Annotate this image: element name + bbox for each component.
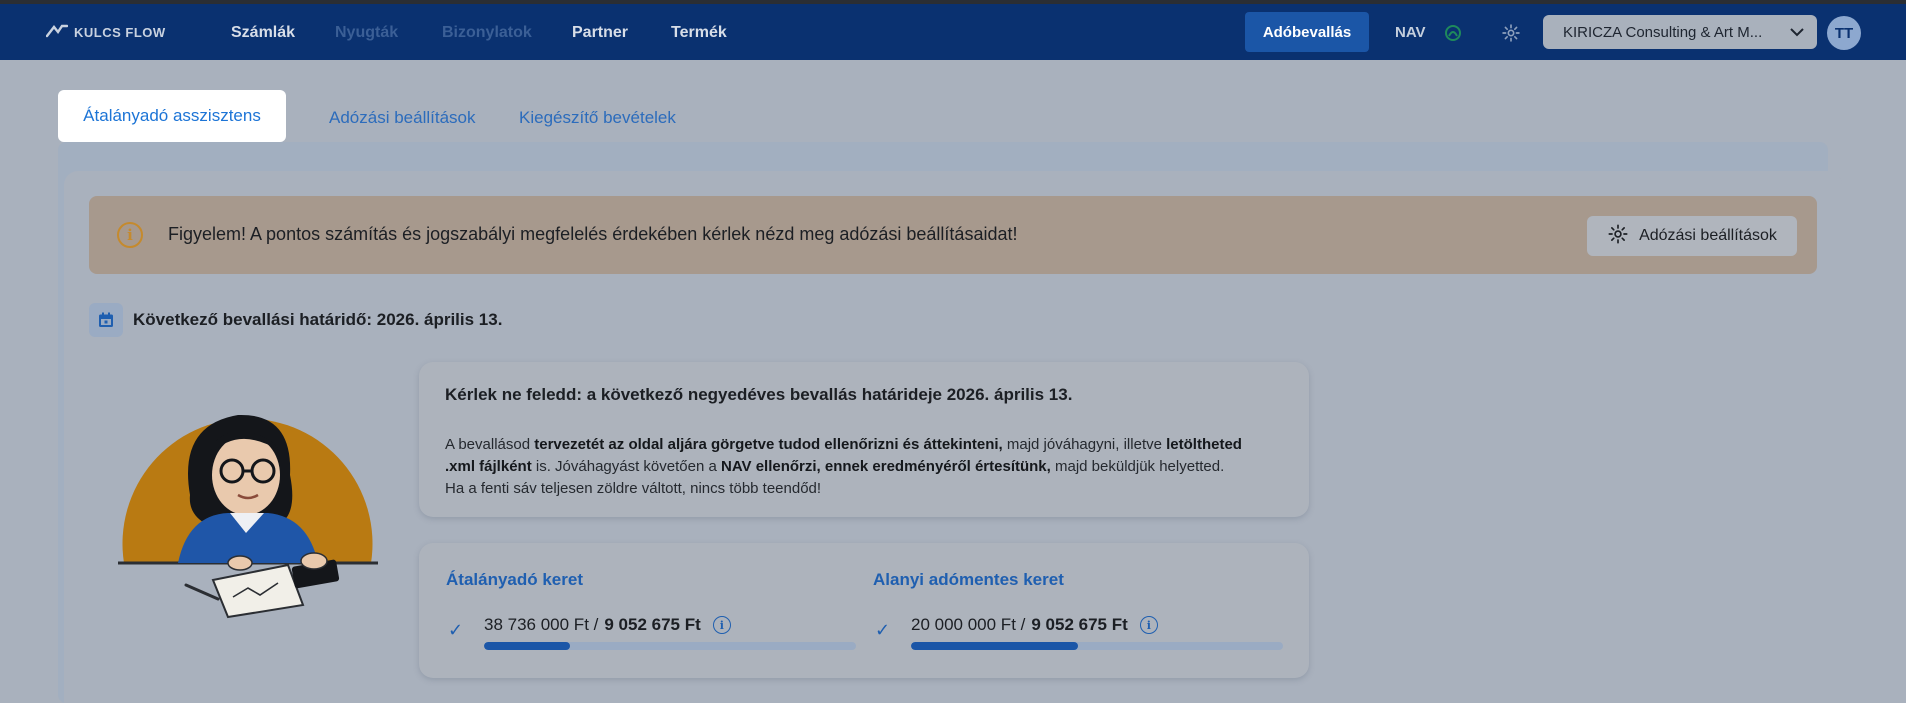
- limit-total: 9 052 675 Ft: [604, 615, 701, 634]
- settings-gear-icon[interactable]: [1500, 22, 1522, 44]
- nav-item-szamlak[interactable]: Számlák: [231, 24, 295, 42]
- assistant-illustration: [118, 385, 378, 625]
- nav-label[interactable]: NAV: [1395, 24, 1426, 41]
- company-select[interactable]: KIRICZA Consulting & Art M...: [1543, 15, 1817, 49]
- nav-item-nyugtak[interactable]: Nyugták: [335, 24, 398, 42]
- calendar-icon: [89, 303, 123, 337]
- limit-atalanyado: Átalányadó keret ✓ 38 736 000 Ft / 9 052…: [446, 570, 856, 650]
- deadline-text: Következő bevallási határidő: 2026. ápri…: [133, 310, 503, 329]
- top-navbar: KULCS FLOW Számlák Nyugták Bizonylatok P…: [0, 0, 1906, 60]
- info-icon[interactable]: i: [1139, 616, 1158, 634]
- chevron-down-icon: [1789, 24, 1805, 41]
- info-icon: i: [117, 222, 143, 248]
- limit-used: 38 736 000 Ft /: [484, 615, 599, 634]
- limit-value: 38 736 000 Ft / 9 052 675 Ft i: [484, 615, 731, 635]
- limits-card: Átalányadó keret ✓ 38 736 000 Ft / 9 052…: [419, 543, 1309, 678]
- reminder-title: Kérlek ne feledd: a következő negyedéves…: [445, 385, 1073, 404]
- nav-item-termek[interactable]: Termék: [671, 24, 727, 42]
- limit-title: Alanyi adómentes keret: [873, 570, 1064, 589]
- limit-value: 20 000 000 Ft / 9 052 675 Ft i: [911, 615, 1158, 635]
- check-icon: ✓: [448, 620, 464, 640]
- alert-text: Figyelem! A pontos számítás és jogszabál…: [168, 224, 1018, 244]
- reminder-body: A bevallásod tervezetét az oldal aljára …: [445, 434, 1245, 500]
- limit-progress-fill: [911, 642, 1079, 650]
- reminder-bold-3: NAV ellenőrzi, ennek eredményéről értesí…: [720, 458, 1051, 475]
- brand-logo[interactable]: KULCS FLOW: [45, 24, 166, 41]
- settings-alert: i Figyelem! A pontos számítás és jogszab…: [89, 196, 1817, 274]
- limit-progress-bar: [484, 642, 856, 650]
- reminder-card: Kérlek ne feledd: a következő negyedéves…: [419, 362, 1309, 517]
- tab-adozasi-beallitasok[interactable]: Adózási beállítások: [329, 108, 475, 128]
- nav-item-bizonylatok[interactable]: Bizonylatok: [442, 24, 532, 42]
- limit-title: Átalányadó keret: [446, 570, 583, 589]
- limit-used: 20 000 000 Ft /: [911, 615, 1026, 634]
- reminder-text-2: majd jóváhagyni, illetve: [1002, 436, 1167, 453]
- limit-progress-bar: [911, 642, 1283, 650]
- check-icon: ✓: [875, 620, 891, 640]
- reminder-text-3: is. Jóváhagyást követően a: [531, 458, 721, 475]
- gear-icon: [1607, 223, 1629, 250]
- reminder-bold-1: tervezetét az oldal aljára görgetve tudo…: [534, 436, 1003, 453]
- brand-name: KULCS FLOW: [74, 25, 166, 40]
- logo-icon: [45, 24, 69, 41]
- deadline-row: Következő bevallási határidő: 2026. ápri…: [89, 303, 502, 337]
- info-icon[interactable]: i: [712, 616, 731, 634]
- nav-item-partner[interactable]: Partner: [572, 24, 628, 42]
- reminder-text-1: A bevallásod: [445, 436, 535, 453]
- tab-kiegeszito-bevetelek[interactable]: Kiegészítő bevételek: [519, 108, 676, 128]
- company-name: KIRICZA Consulting & Art M...: [1563, 23, 1763, 41]
- user-avatar[interactable]: TT: [1827, 16, 1861, 50]
- limit-alanyi-adomentes: Alanyi adómentes keret ✓ 20 000 000 Ft /…: [873, 570, 1283, 650]
- alert-button-label: Adózási beállítások: [1639, 227, 1777, 244]
- limit-total: 9 052 675 Ft: [1031, 615, 1128, 634]
- nav-status-icon[interactable]: [1442, 22, 1464, 44]
- limit-progress-fill: [484, 642, 570, 650]
- tab-atalanyado-asszisztens[interactable]: Átalányadó asszisztens: [58, 90, 286, 142]
- adobevallas-button[interactable]: Adóbevallás: [1245, 12, 1369, 52]
- alert-settings-button[interactable]: Adózási beállítások: [1587, 216, 1797, 256]
